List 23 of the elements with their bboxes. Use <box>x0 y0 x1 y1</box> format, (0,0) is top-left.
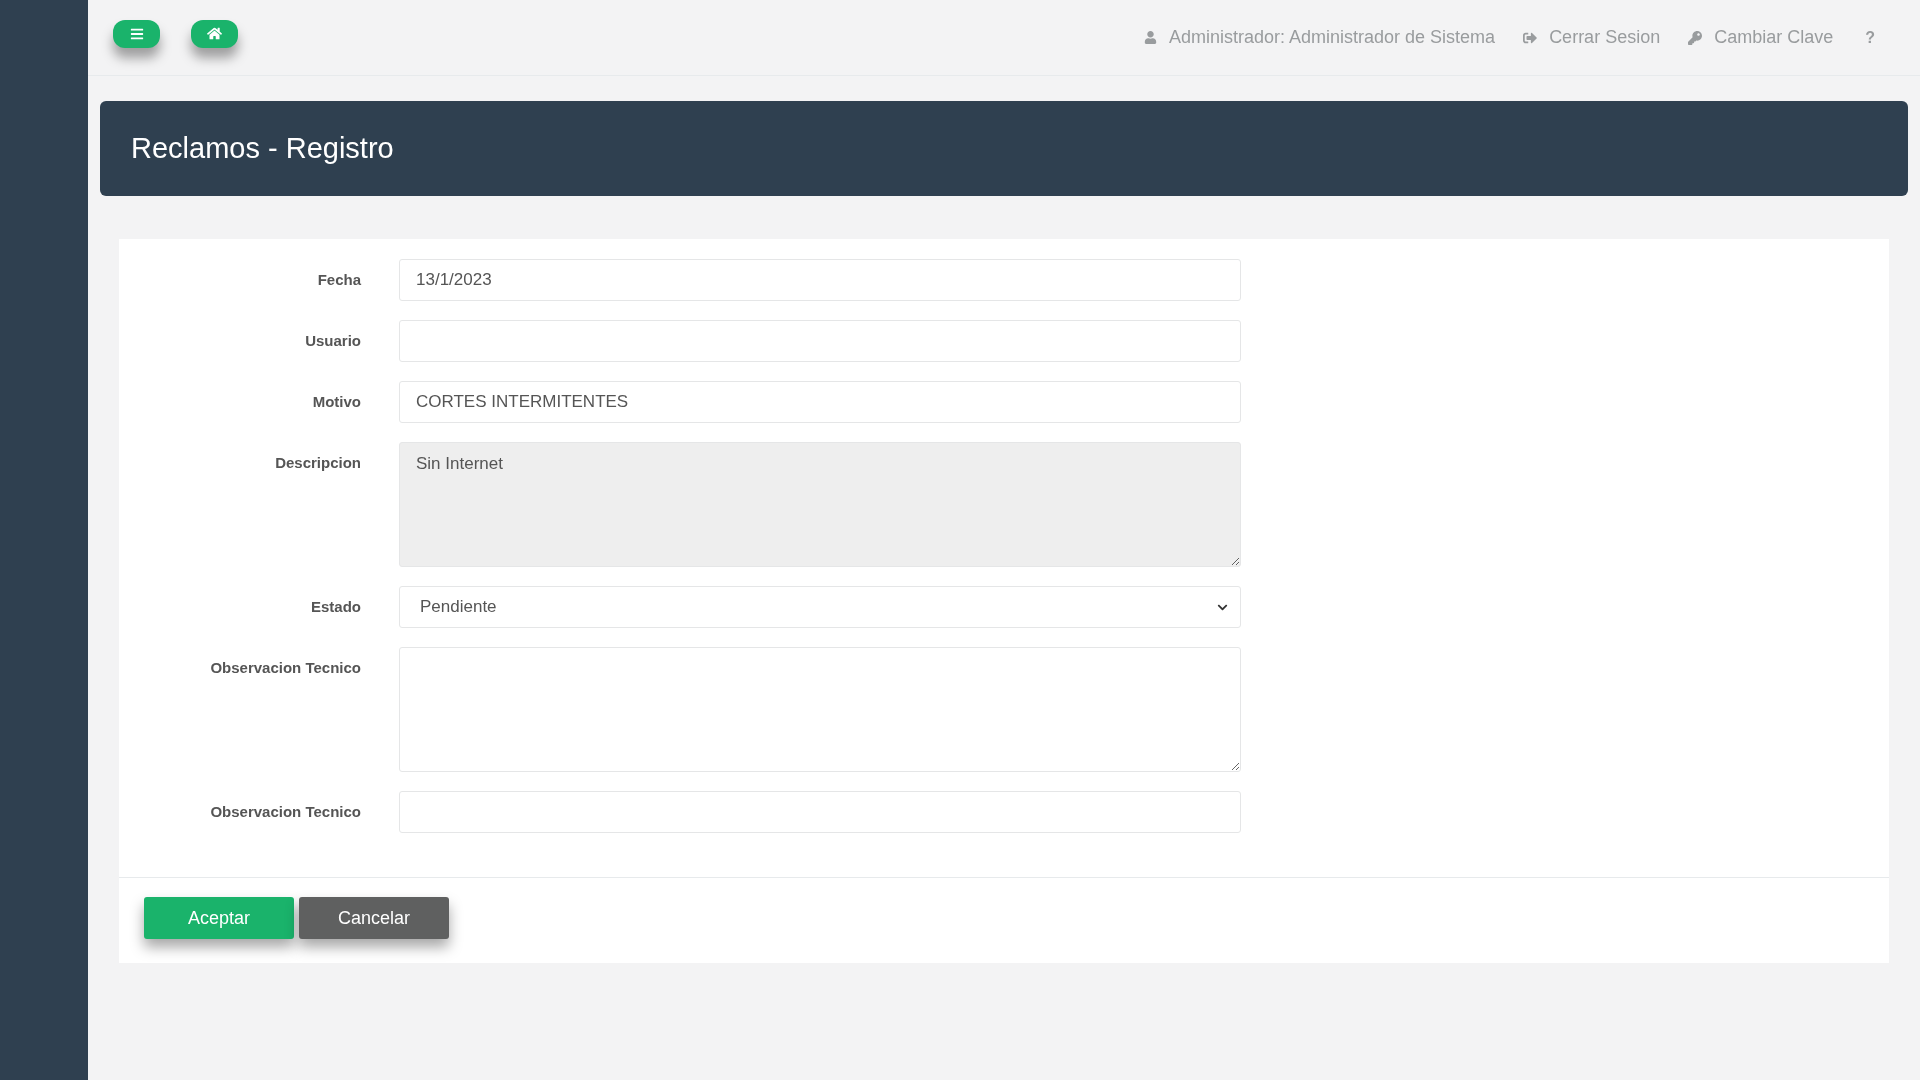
user-name: Administrador: Administrador de Sistema <box>1169 26 1496 49</box>
text-field[interactable]: 13/1/2023 <box>399 259 1241 301</box>
key-icon <box>1688 30 1703 45</box>
field-label: Observacion Tecnico <box>210 803 361 820</box>
text-area[interactable] <box>399 647 1241 772</box>
text-field[interactable]: CORTES INTERMITENTES <box>399 381 1241 423</box>
form-button[interactable]: Cancelar <box>299 897 449 939</box>
text-field[interactable] <box>399 320 1241 362</box>
field-label: Motivo <box>312 393 361 410</box>
field-label: Usuario <box>305 332 361 349</box>
field-label: Fecha <box>317 271 361 288</box>
user-icon <box>1144 31 1157 44</box>
field-label: Estado <box>311 598 361 615</box>
menu-button[interactable] <box>113 19 160 48</box>
field-label: Descripcion <box>275 454 361 471</box>
page-title: Reclamos - Registro <box>131 130 394 166</box>
field-label: Observacion Tecnico <box>210 659 361 676</box>
home-button[interactable] <box>191 19 238 48</box>
menu-icon <box>129 26 144 41</box>
home-icon <box>207 26 222 41</box>
logout-icon <box>1523 30 1538 45</box>
select-dropdown[interactable]: Pendiente <box>399 586 1241 628</box>
text-field[interactable] <box>399 791 1241 833</box>
